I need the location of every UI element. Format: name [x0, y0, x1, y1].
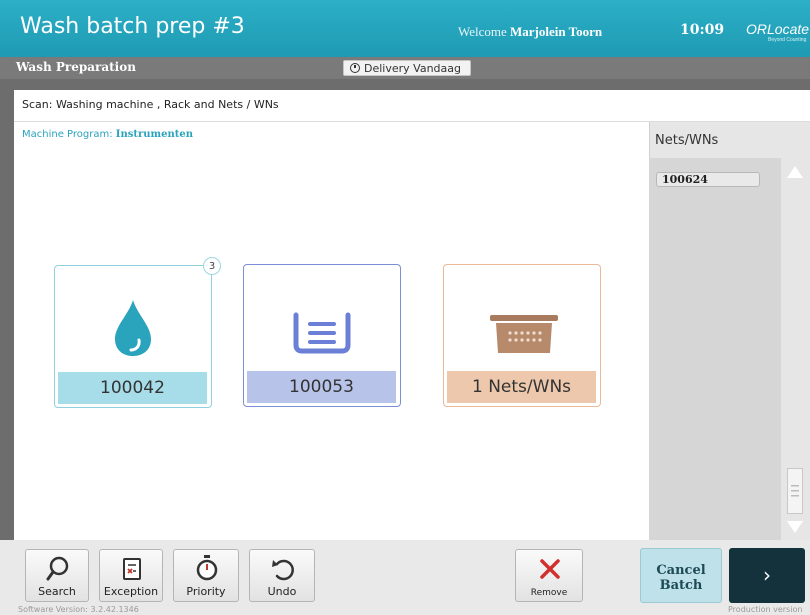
- page-title: Wash batch prep #3: [20, 14, 245, 39]
- stopwatch-icon: [196, 555, 218, 581]
- logo-tagline: Beyond Counting: [768, 37, 807, 43]
- exception-icon: [123, 558, 141, 580]
- delivery-selector[interactable]: Delivery Vandaag: [343, 60, 471, 76]
- exception-label: Exception: [103, 585, 159, 598]
- program-value: Instrumenten: [115, 129, 193, 140]
- remove-button[interactable]: Remove: [515, 549, 583, 602]
- search-label: Search: [38, 585, 76, 598]
- scroll-down-icon[interactable]: [787, 521, 803, 533]
- priority-button[interactable]: Priority: [173, 549, 239, 602]
- undo-label: Undo: [267, 585, 297, 598]
- scroll-up-icon[interactable]: [787, 166, 803, 178]
- machine-card-label: 100042: [58, 372, 207, 404]
- section-title: Wash Preparation: [16, 60, 136, 74]
- basket-icon: [490, 315, 558, 353]
- count-badge: 3: [203, 257, 221, 275]
- app-logo: ORLocate: [746, 21, 810, 37]
- environment-label: Production version: [728, 605, 803, 614]
- next-button[interactable]: ›: [729, 548, 805, 603]
- undo-button[interactable]: Undo: [249, 549, 315, 602]
- exception-button[interactable]: Exception: [99, 549, 163, 602]
- clock: 10:09: [680, 22, 725, 38]
- grip-icon: [791, 485, 799, 497]
- list-item[interactable]: 100624: [656, 172, 760, 187]
- water-drop-icon: [115, 300, 151, 356]
- search-icon: [46, 556, 69, 581]
- rack-card[interactable]: 100053: [243, 264, 401, 407]
- cancel-label-line2: Batch: [659, 578, 703, 593]
- undo-icon: [272, 559, 294, 581]
- cancel-label-line1: Cancel: [656, 563, 706, 578]
- close-icon: [540, 559, 560, 579]
- remove-label: Remove: [530, 588, 568, 598]
- program-label: Machine Program:: [22, 129, 113, 140]
- nets-card[interactable]: 1 Nets/WNs: [443, 264, 601, 407]
- nets-list: [649, 158, 781, 540]
- rack-card-label: 100053: [247, 371, 396, 403]
- timer-icon: [350, 63, 360, 73]
- chevron-right-icon: ›: [763, 563, 771, 587]
- scrollbar-thumb[interactable]: [787, 468, 803, 514]
- washing-machine-card[interactable]: 100042: [54, 265, 212, 408]
- priority-label: Priority: [186, 585, 226, 598]
- welcome-text: Welcome Marjolein Toorn: [458, 24, 602, 40]
- welcome-label: Welcome: [458, 24, 507, 39]
- scan-instruction: Scan: Washing machine , Rack and Nets / …: [22, 98, 279, 111]
- rack-icon: [293, 312, 351, 354]
- nets-panel-header: Nets/WNs: [655, 133, 719, 148]
- machine-program: Machine Program: Instrumenten: [22, 129, 193, 140]
- delivery-label: Delivery Vandaag: [364, 61, 461, 75]
- nets-card-label: 1 Nets/WNs: [447, 371, 596, 403]
- search-button[interactable]: Search: [25, 549, 89, 602]
- user-name: Marjolein Toorn: [510, 24, 603, 39]
- cancel-batch-button[interactable]: Cancel Batch: [640, 548, 722, 603]
- software-version: Software Version: 3.2.42.1346: [18, 605, 139, 614]
